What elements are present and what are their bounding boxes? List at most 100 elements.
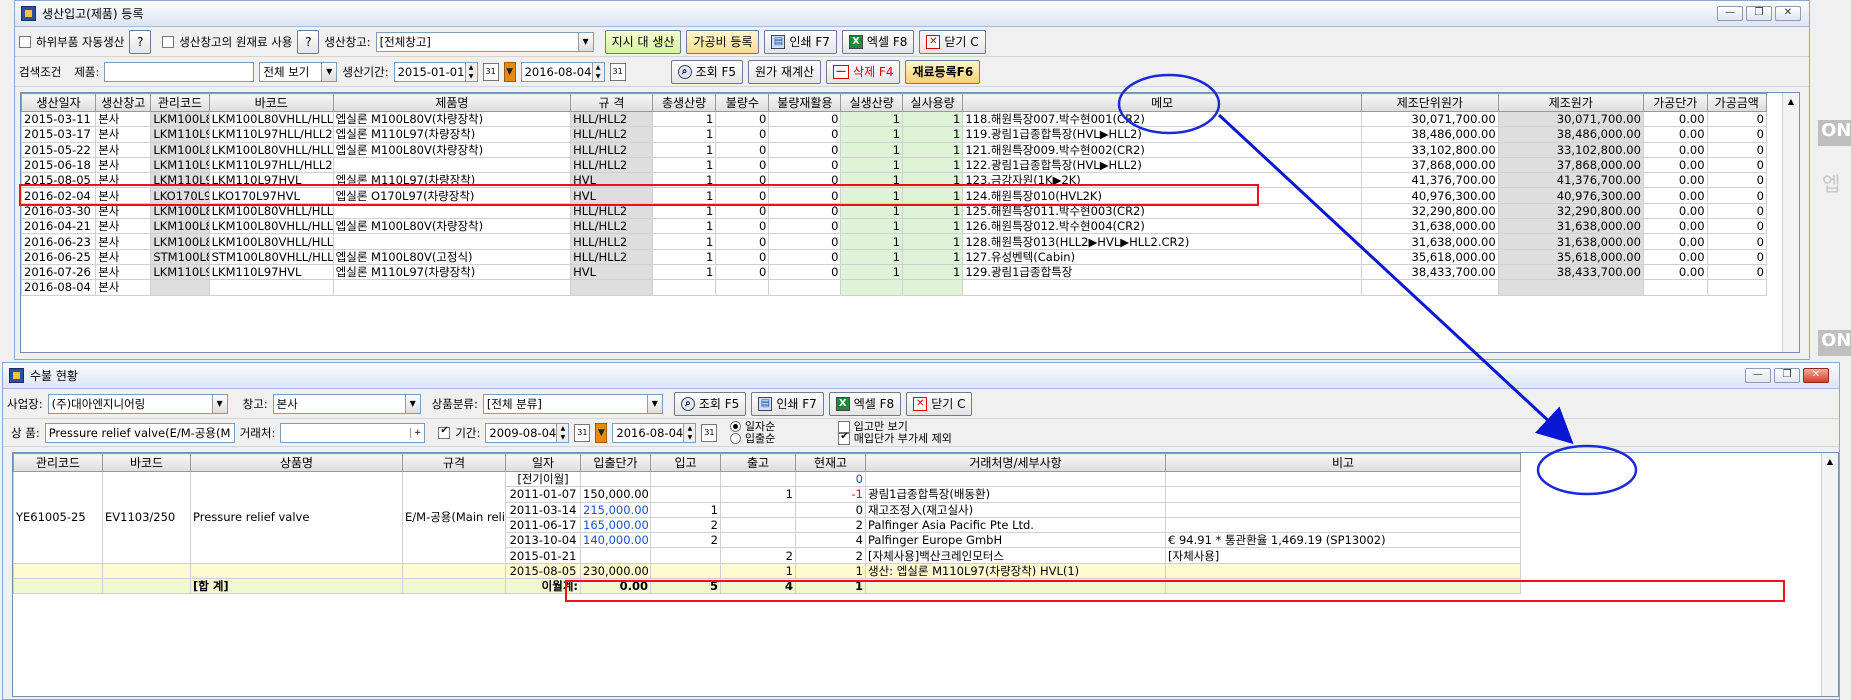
- table-cell[interactable]: [650, 547, 721, 564]
- column-header[interactable]: 상품명: [190, 453, 403, 472]
- table-cell[interactable]: 0.00: [1642, 141, 1708, 158]
- minimize-icon[interactable]: —: [1745, 368, 1771, 383]
- table-cell[interactable]: 엡실론 M100L80V(차량장착): [332, 218, 572, 235]
- table-cell[interactable]: [332, 202, 572, 220]
- date-to-input[interactable]: 2016-08-04 ▲ ▼: [612, 422, 697, 443]
- table-cell[interactable]: 2015-08-05: [505, 562, 581, 580]
- table-cell[interactable]: [650, 470, 721, 488]
- table-cell[interactable]: 41,376,700.00: [1497, 172, 1644, 189]
- table-cell[interactable]: 1: [901, 263, 964, 281]
- restore-icon[interactable]: ❐: [1746, 6, 1772, 21]
- help-button[interactable]: ?: [129, 29, 152, 54]
- close-button[interactable]: ✕ 닫기 C: [919, 29, 986, 54]
- table-cell[interactable]: 2016-04-21: [21, 218, 97, 235]
- table-cell[interactable]: 2015-01-21: [505, 547, 581, 564]
- table-cell[interactable]: 본사: [95, 263, 152, 281]
- table-cell[interactable]: 0: [1706, 126, 1768, 143]
- table-cell[interactable]: 38,486,000.00: [1497, 126, 1644, 143]
- table-cell[interactable]: 2015-08-05: [21, 172, 97, 189]
- table-cell[interactable]: 1: [651, 126, 717, 143]
- table-cell[interactable]: HLL/HLL2: [570, 248, 653, 265]
- table-cell[interactable]: 엡실론 M110L97(차량장착): [332, 172, 572, 189]
- table-cell[interactable]: 0: [768, 172, 842, 189]
- table-cell[interactable]: 0: [768, 187, 842, 204]
- column-header[interactable]: 불량수: [715, 93, 770, 112]
- table-cell[interactable]: 129.광림1급종합특장: [962, 263, 1362, 281]
- table-cell[interactable]: HLL/HLL2: [570, 156, 653, 174]
- table-cell[interactable]: 127.유성벤텍(Cabin): [962, 248, 1362, 265]
- item-code-cell[interactable]: YE61005-25: [13, 471, 103, 564]
- table-cell[interactable]: 본사: [95, 172, 152, 189]
- table-cell[interactable]: 2: [650, 532, 721, 549]
- table-cell[interactable]: 0: [715, 263, 770, 281]
- table-cell[interactable]: 2: [720, 547, 796, 564]
- table-row[interactable]: 2016-06-23 본사 LKM100L8 LKM100L80VHLL/HLL2 HL…: [21, 233, 1768, 250]
- table-cell[interactable]: [1360, 279, 1499, 296]
- table-cell[interactable]: 본사: [95, 126, 152, 143]
- table-cell[interactable]: 1: [795, 562, 866, 580]
- column-header[interactable]: 규격: [402, 453, 506, 472]
- table-cell[interactable]: LKM100L8: [150, 233, 210, 250]
- column-header[interactable]: 관리코드: [150, 93, 210, 112]
- table-cell[interactable]: 0: [768, 218, 842, 235]
- help-button-2[interactable]: ?: [297, 29, 320, 54]
- table-cell[interactable]: 1: [840, 233, 903, 250]
- excel-button[interactable]: X 엑셀 F8: [828, 391, 902, 416]
- table-cell[interactable]: LKM100L8: [150, 202, 210, 220]
- table-cell[interactable]: 1: [901, 110, 964, 128]
- column-header[interactable]: 메모: [962, 93, 1362, 112]
- table-cell[interactable]: 1: [650, 501, 721, 518]
- table-row[interactable]: 2016-06-25 본사 STM100L8 STM100L80VHLL/HLL2 엡실…: [21, 248, 1768, 265]
- table-cell[interactable]: 31,638,000.00: [1497, 233, 1644, 250]
- table-cell[interactable]: 엡실론 M100L80V(고정식): [332, 248, 572, 265]
- table-cell[interactable]: 128.해원특장013(HLL2▶HVL▶HLL2.CR2): [962, 233, 1362, 250]
- table-cell[interactable]: 118.해원특장007.박수현001(CR2): [962, 110, 1362, 128]
- table-cell[interactable]: LKM100L80VHLL/HLL2: [208, 218, 334, 235]
- table-cell[interactable]: 1: [720, 562, 796, 580]
- table-cell[interactable]: HLL/HLL2: [570, 233, 653, 250]
- material-register-button[interactable]: 재료등록F6: [905, 59, 981, 84]
- table-cell[interactable]: 1: [840, 172, 903, 189]
- table-cell[interactable]: 1: [651, 141, 717, 158]
- column-header[interactable]: 불량재활용: [768, 93, 842, 112]
- table-row[interactable]: 2015-08-05 본사 LKM110L9 LKM110L97HVL 엡실론 M110…: [21, 172, 1768, 189]
- table-cell[interactable]: 2: [650, 516, 721, 534]
- table-row[interactable]: 2016-08-04 본사: [21, 279, 1768, 296]
- table-cell[interactable]: 생산: 엡실론 M110L97(차량장착) HVL(1): [865, 562, 1166, 580]
- table-cell[interactable]: 2016-08-04: [21, 279, 97, 296]
- table-cell[interactable]: 30,071,700.00: [1497, 110, 1644, 128]
- table-cell[interactable]: LKO170L97HVL: [208, 187, 334, 204]
- table-cell[interactable]: [650, 486, 721, 503]
- table-cell[interactable]: [865, 470, 1166, 488]
- close-button[interactable]: ✕ 닫기 C: [906, 391, 973, 416]
- column-header[interactable]: 제조단위원가: [1360, 93, 1499, 112]
- scroll-up-icon[interactable]: ▲: [1783, 93, 1799, 110]
- table-cell[interactable]: 0: [1706, 156, 1768, 174]
- vat-option[interactable]: 매입단가 부가세 제외: [838, 431, 952, 445]
- table-cell[interactable]: -1: [795, 486, 866, 503]
- excel-button[interactable]: X 엑셀 F8: [841, 29, 915, 54]
- process-cost-button[interactable]: 가공비 등록: [686, 29, 760, 54]
- table-cell[interactable]: LKM100L80VHLL/HLL2: [208, 202, 334, 220]
- table-cell[interactable]: 140,000.00: [580, 532, 651, 549]
- table-cell[interactable]: 2011-06-17: [505, 516, 581, 534]
- spinner-icon[interactable]: ▲ ▼: [591, 62, 604, 81]
- table-cell[interactable]: 0: [1706, 172, 1768, 189]
- print-button[interactable]: ▤ 인쇄 F7: [751, 391, 824, 416]
- table-cell[interactable]: 1: [901, 126, 964, 143]
- table-cell[interactable]: 0: [768, 248, 842, 265]
- spinner-icon[interactable]: ▲ ▼: [556, 423, 569, 442]
- table-cell[interactable]: 1: [901, 156, 964, 174]
- table-cell[interactable]: 1: [651, 248, 717, 265]
- table-row[interactable]: 2015-05-22 본사 LKM100L8 LKM100L80VHLL/HLL2 엡실…: [21, 141, 1768, 158]
- table-cell[interactable]: LKM100L80VHLL/HLL2: [208, 141, 334, 158]
- table-cell[interactable]: 0: [715, 141, 770, 158]
- table-cell[interactable]: 4: [795, 532, 866, 549]
- date-range-arrow-icon[interactable]: ▼: [503, 61, 516, 82]
- table-cell[interactable]: 엡실론 O170L97(차량장착): [332, 187, 572, 204]
- table-cell[interactable]: Palfinger Europe GmbH: [865, 532, 1166, 549]
- table-cell[interactable]: [150, 279, 210, 296]
- vat-checkbox[interactable]: [838, 431, 851, 445]
- table-cell[interactable]: 광림1급종합특장(배동환): [865, 486, 1166, 503]
- restore-icon[interactable]: ❐: [1774, 368, 1800, 383]
